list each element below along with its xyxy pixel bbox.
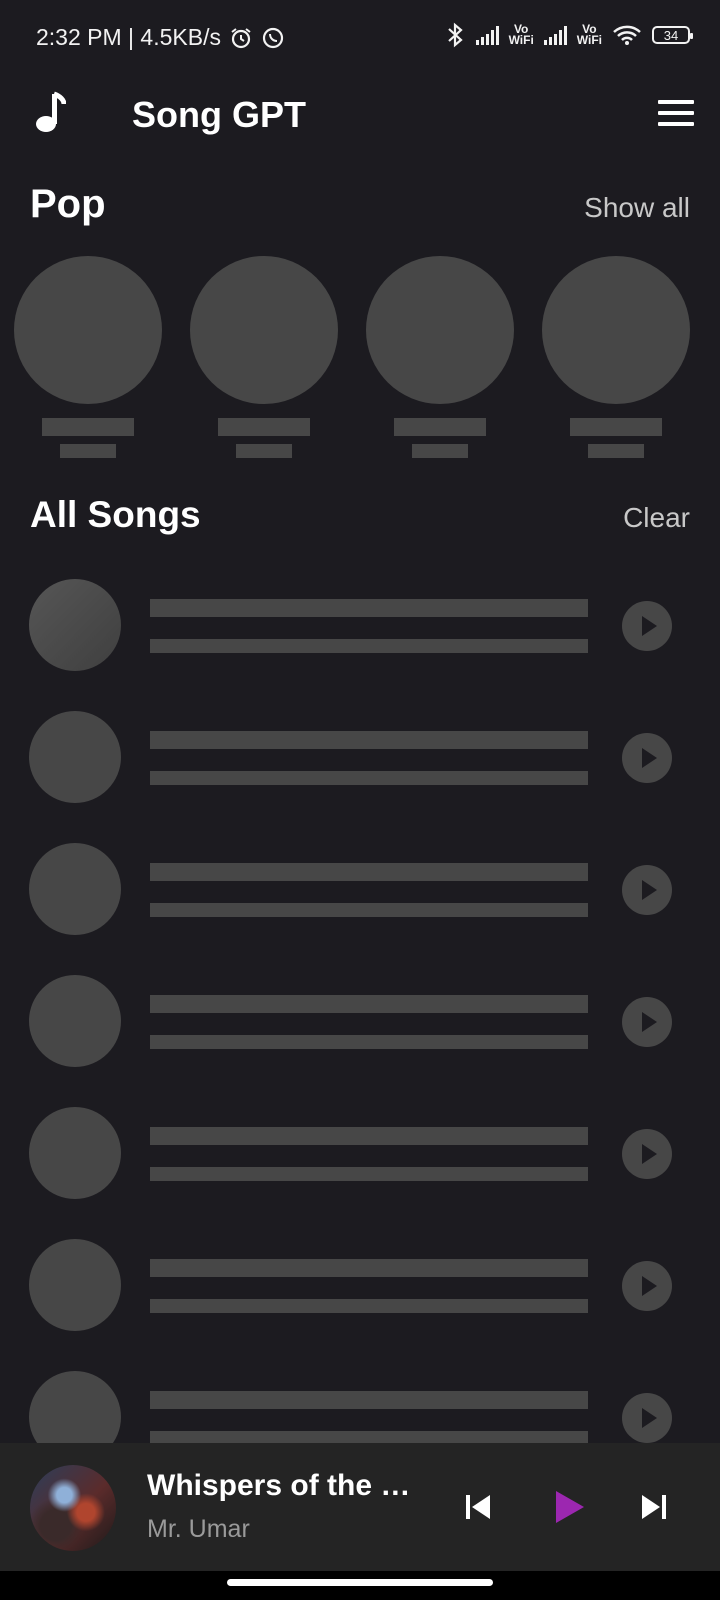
play-circle-icon[interactable] [622, 1261, 672, 1311]
song-thumbnail-placeholder [29, 843, 121, 935]
app-bar: Song GPT [0, 78, 720, 150]
play-circle-icon[interactable] [622, 997, 672, 1047]
list-item[interactable] [0, 579, 720, 671]
music-note-icon [36, 91, 66, 132]
now-playing-artist: Mr. Umar [147, 1515, 250, 1543]
now-playing-bar[interactable]: Whispers of the Pe… Mr. Umar [0, 1443, 720, 1571]
status-time: 2:32 PM | 4.5KB/s [36, 24, 221, 50]
signal-icon [543, 25, 567, 45]
wifi-icon [613, 25, 641, 45]
previous-icon[interactable] [462, 1487, 502, 1527]
song-thumbnail-placeholder [29, 975, 121, 1067]
clear-button[interactable]: Clear [623, 502, 690, 534]
list-item[interactable] [0, 1107, 720, 1199]
play-circle-icon[interactable] [622, 1393, 672, 1443]
system-nav-bar [0, 1571, 720, 1600]
all-songs-title: All Songs [30, 494, 201, 535]
list-item[interactable] [0, 711, 720, 803]
hamburger-menu-icon[interactable] [658, 100, 694, 126]
vowifi-label: Vo WiFi [576, 22, 602, 47]
battery-icon: 34 [652, 26, 693, 44]
play-icon[interactable] [552, 1487, 592, 1527]
song-thumbnail-placeholder [29, 1107, 121, 1199]
list-item[interactable] [0, 975, 720, 1067]
alarm-icon [231, 27, 251, 48]
list-item[interactable] [0, 1239, 720, 1331]
song-thumbnail-placeholder [29, 711, 121, 803]
bluetooth-icon [447, 22, 463, 48]
list-item[interactable] [0, 843, 720, 935]
play-circle-icon[interactable] [622, 601, 672, 651]
pop-item-placeholder[interactable] [190, 256, 338, 458]
vowifi-label: Vo WiFi [508, 22, 534, 47]
signal-icon [475, 25, 499, 45]
show-all-button[interactable]: Show all [584, 192, 690, 224]
play-circle-icon[interactable] [622, 865, 672, 915]
album-art [30, 1465, 116, 1551]
pop-item-placeholder[interactable] [14, 256, 162, 458]
pop-item-placeholder[interactable] [542, 256, 690, 458]
pop-section-title: Pop [30, 182, 106, 226]
play-circle-icon[interactable] [622, 733, 672, 783]
status-bar: 2:32 PM | 4.5KB/s Vo WiFi Vo WiFi 34 [0, 0, 720, 76]
song-thumbnail-placeholder [29, 579, 121, 671]
battery-level: 34 [663, 27, 679, 43]
home-indicator[interactable] [227, 1579, 493, 1586]
pop-item-placeholder[interactable] [366, 256, 514, 458]
next-icon[interactable] [636, 1487, 676, 1527]
play-circle-icon[interactable] [622, 1129, 672, 1179]
app-title: Song GPT [132, 94, 306, 135]
song-thumbnail-placeholder [29, 1239, 121, 1331]
now-playing-title: Whispers of the Pe… [147, 1469, 427, 1502]
pop-carousel[interactable] [0, 256, 720, 466]
whatsapp-icon [262, 27, 284, 48]
